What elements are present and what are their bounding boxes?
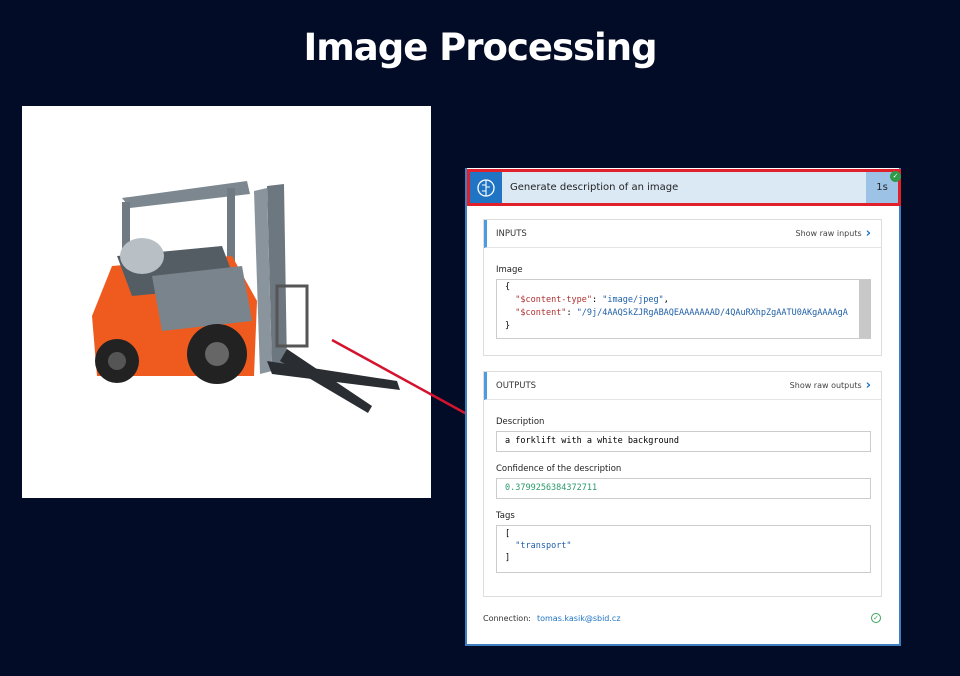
json-bracket: [ (505, 529, 511, 539)
connection-label: Connection: (483, 614, 531, 623)
tags-field[interactable]: [ "transport" ] (496, 525, 871, 573)
brain-icon (470, 172, 502, 203)
json-key: "$content" (515, 308, 567, 318)
tag-value: "transport" (515, 541, 572, 551)
inputs-header: INPUTS (496, 228, 527, 239)
show-raw-outputs-link[interactable]: Show raw outputs (790, 381, 862, 390)
outputs-header: OUTPUTS (496, 380, 537, 391)
action-title: Generate description of an image (510, 182, 679, 193)
json-value: "image/jpeg" (602, 295, 664, 305)
image-json-box[interactable]: { "$content-type": "image/jpeg", "$conte… (496, 279, 871, 339)
action-header[interactable]: Generate description of an image 1s ✓ (467, 169, 901, 206)
connection-ok-icon: ✓ (871, 613, 881, 623)
outputs-section: OUTPUTS Show raw outputs › Description a … (483, 371, 882, 597)
chevron-right-icon[interactable]: › (866, 226, 871, 241)
description-field[interactable]: a forklift with a white background (496, 431, 871, 452)
confidence-label: Confidence of the description (496, 464, 622, 474)
show-raw-inputs-link[interactable]: Show raw inputs (795, 229, 861, 238)
json-value: "/9j/4AAQSkZJRgABAQEAAAAAAAD/4QAuRXhpZgA… (576, 308, 848, 318)
inputs-section: INPUTS Show raw inputs › Image { "$conten… (483, 219, 882, 356)
image-label: Image (496, 265, 523, 275)
connection-info: Connection: tomas.kasik@sbid.cz (483, 614, 621, 623)
json-bracket: ] (505, 553, 511, 563)
success-check-icon: ✓ (890, 171, 901, 182)
tags-label: Tags (496, 511, 515, 521)
chevron-right-icon[interactable]: › (866, 378, 871, 393)
confidence-field[interactable]: 0.3799256384372711 (496, 478, 871, 499)
json-brace: } (505, 321, 511, 331)
connection-account-link[interactable]: tomas.kasik@sbid.cz (537, 614, 621, 623)
json-brace: { (505, 282, 511, 292)
action-card: Generate description of an image 1s ✓ IN… (465, 168, 901, 646)
description-label: Description (496, 417, 545, 427)
json-key: "$content-type" (515, 295, 593, 305)
